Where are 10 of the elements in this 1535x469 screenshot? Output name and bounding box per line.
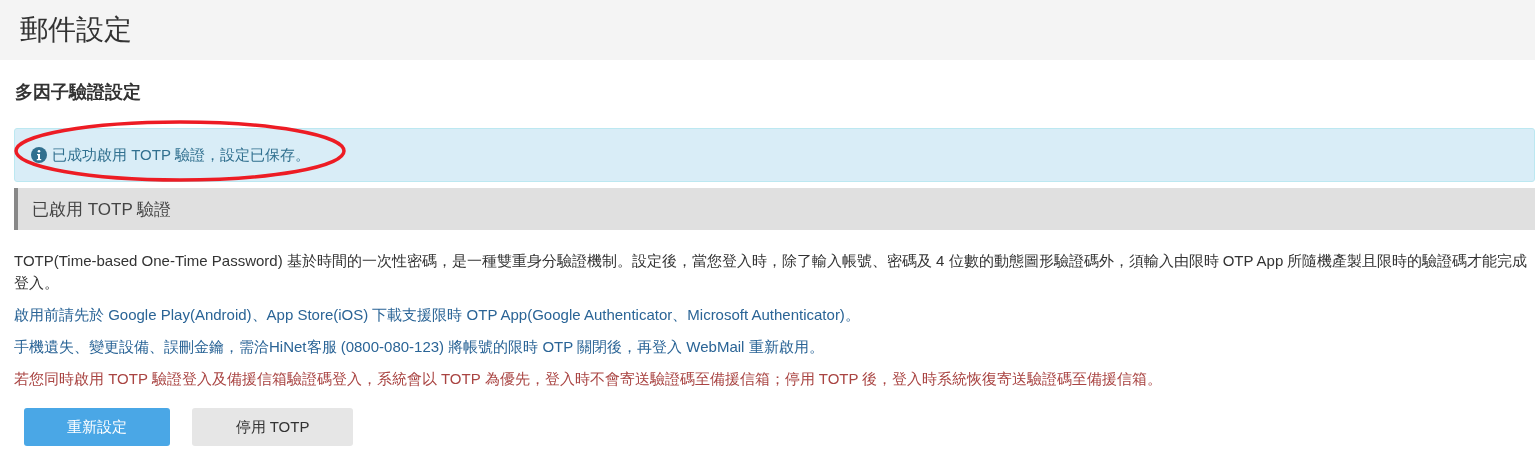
description-paragraph: 啟用前請先於 Google Play(Android)、App Store(iOS) 下載支援限時 OTP App(Google Authenticator、Microsoft Authenticator)。: [14, 305, 861, 325]
section-title: 多因子驗證設定: [15, 81, 142, 104]
description-paragraph: TOTP(Time-based One-Time Password) 基於時間的一次性密碼，是一種雙重身分驗證機制。設定後，當您登入時，除了輸入帳號、密碼及 4 位數的動態圖形驗證碼外，須輸入由限時 OTP App 所隨機產製且限時的驗證碼才能完成登入。: [14, 251, 1529, 293]
info-icon: [31, 147, 47, 163]
disable-button[interactable]: 停用 TOTP: [192, 408, 353, 446]
description-paragraph: 若您同時啟用 TOTP 驗證登入及備援信箱驗證碼登入，系統會以 TOTP 為優先，登入時不會寄送驗證碼至備援信箱；停用 TOTP 後，登入時系統恢復寄送驗證碼至備援信箱。: [14, 369, 1164, 389]
description-paragraph: 手機遺失、變更設備、誤刪金鑰，需洽HiNet客服 (0800-080-123) 將帳號的限時 OTP 關閉後，再登入 WebMail 重新啟用。: [14, 337, 825, 357]
panel-heading: 已啟用 TOTP 驗證: [14, 188, 1535, 230]
page-title: 郵件設定: [20, 13, 132, 47]
alert-message: 已成功啟用 TOTP 驗證，設定已保存。: [52, 145, 310, 165]
